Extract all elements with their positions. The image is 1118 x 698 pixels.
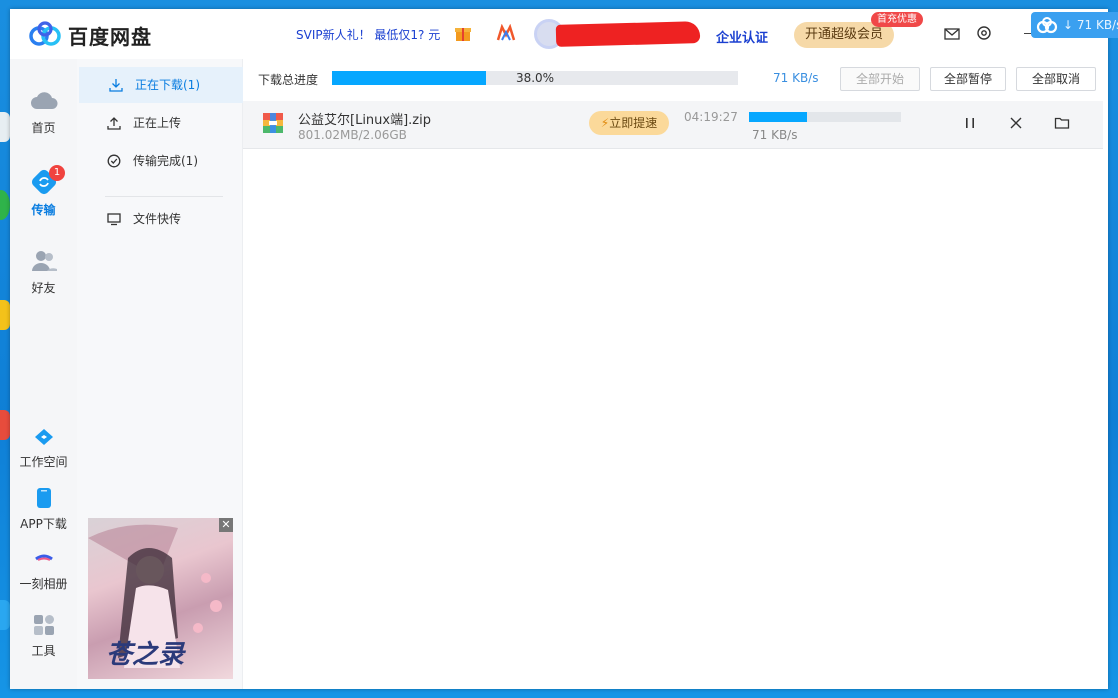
speed-up-button[interactable]: ⚡立即提速 <box>589 111 669 135</box>
nav-label-transfer: 传输 <box>31 203 56 217</box>
phone-icon <box>36 488 51 508</box>
subnav-downloading[interactable]: 正在下载(1) <box>79 67 243 103</box>
lightning-icon: ⚡ <box>600 116 610 130</box>
album-icon <box>34 554 53 561</box>
game-ad-banner[interactable]: 苍之录 ✕ <box>88 518 233 679</box>
total-progress-label: 下载总进度 <box>258 73 319 87</box>
download-icon <box>109 79 123 92</box>
tools-icon <box>33 615 54 635</box>
nav-item-tools[interactable]: 工具 <box>10 614 77 659</box>
ad-title: 苍之录 <box>106 640 185 670</box>
subnav-quick-transfer[interactable]: 文件快传 <box>77 201 243 237</box>
username-redacted <box>555 21 701 47</box>
gift-icon[interactable] <box>454 24 472 42</box>
time-remaining: 04:19:27 <box>684 110 738 124</box>
nav-label-workspace: 工作空间 <box>19 455 68 469</box>
cloud-icon <box>30 92 57 109</box>
download-list-panel: 下载总进度 38.0% 71 KB/s 全部开始 全部暂停 全部取消 公益艾尔[… <box>243 59 1108 689</box>
svip-promo-link[interactable]: SVIP新人礼！ 最低仅1? 元 <box>296 26 440 43</box>
subnav-completed[interactable]: 传输完成(1) <box>77 143 243 179</box>
pause-icon[interactable] <box>962 115 978 131</box>
first-charge-badge: 首充优惠 <box>871 12 923 27</box>
baidu-netdisk-float-icon <box>1036 17 1058 34</box>
total-progress-bar: 38.0% <box>332 71 738 85</box>
nav-label-app-download: APP下载 <box>20 517 67 531</box>
workspace-icon <box>34 429 53 445</box>
check-circle-icon <box>107 154 121 168</box>
desktop-icon <box>0 410 10 440</box>
gear-icon[interactable] <box>976 25 992 41</box>
file-size: 801.02MB/2.06GB <box>298 128 407 142</box>
membership-icon[interactable] <box>496 24 516 42</box>
baidu-netdisk-window: 百度网盘 SVIP新人礼！ 最低仅1? 元 企业认证 开通超级会员 首充优惠 首… <box>10 9 1108 689</box>
subnav-completed-label: 传输完成(1) <box>133 154 198 168</box>
cancel-all-button[interactable]: 全部取消 <box>1016 67 1096 91</box>
nav-label-friends: 好友 <box>31 281 56 295</box>
subnav-downloading-label: 正在下载(1) <box>135 78 200 92</box>
main-nav: 首页 1 传输 好友 工作空间 APP下载 一刻相册 工具 <box>10 59 77 689</box>
app-title: 百度网盘 <box>68 25 152 49</box>
floating-speed-text: ↓ 71 KB/s <box>1063 18 1118 32</box>
nav-item-home[interactable]: 首页 <box>10 89 77 136</box>
baidu-netdisk-logo-icon <box>29 21 61 46</box>
subnav-divider <box>105 196 223 197</box>
desktop-icon <box>0 300 10 330</box>
nav-item-app-download[interactable]: APP下载 <box>10 487 77 532</box>
pause-all-button[interactable]: 全部暂停 <box>930 67 1006 91</box>
subnav-uploading[interactable]: 正在上传 <box>77 105 243 141</box>
enterprise-verify-link[interactable]: 企业认证 <box>716 27 768 46</box>
nav-item-workspace[interactable]: 工作空间 <box>10 427 77 470</box>
desktop-icon <box>0 190 10 220</box>
subnav-quick-transfer-label: 文件快传 <box>133 212 182 226</box>
file-progress-fill <box>749 112 807 122</box>
nav-label-tools: 工具 <box>31 644 56 658</box>
start-all-button[interactable]: 全部开始 <box>840 67 920 91</box>
desktop-icon <box>0 112 10 142</box>
monitor-icon <box>107 213 121 226</box>
total-speed: 71 KB/s <box>773 71 819 85</box>
close-icon[interactable]: ✕ <box>219 518 233 532</box>
nav-item-transfer[interactable]: 1 传输 <box>10 165 77 218</box>
friends-icon <box>31 251 57 271</box>
zip-file-icon <box>263 113 283 133</box>
cancel-icon[interactable] <box>1008 115 1024 131</box>
file-speed: 71 KB/s <box>752 128 798 142</box>
nav-label-home: 首页 <box>31 121 56 135</box>
transfer-count-badge: 1 <box>49 165 65 181</box>
nav-item-album[interactable]: 一刻相册 <box>10 549 77 592</box>
transfer-subnav: 正在下载(1) 正在上传 传输完成(1) 文件快传 苍之录 ✕ <box>77 59 243 689</box>
download-row[interactable]: 公益艾尔[Linux端].zip 801.02MB/2.06GB ⚡立即提速 0… <box>243 101 1103 149</box>
subnav-uploading-label: 正在上传 <box>133 116 182 130</box>
desktop-icon <box>0 600 10 630</box>
upload-icon <box>107 117 121 130</box>
speed-up-label: 立即提速 <box>609 116 658 130</box>
file-progress-bar <box>749 112 901 122</box>
nav-item-friends[interactable]: 好友 <box>10 249 77 296</box>
floating-speed-value: 71 KB/s <box>1076 18 1118 32</box>
folder-icon[interactable] <box>1054 115 1070 131</box>
file-name: 公益艾尔[Linux端].zip <box>298 113 431 128</box>
title-bar: 百度网盘 SVIP新人礼！ 最低仅1? 元 企业认证 开通超级会员 首充优惠 <box>10 9 1108 59</box>
mail-icon[interactable] <box>944 27 960 41</box>
total-progress-text: 38.0% <box>515 71 555 85</box>
floating-speed-widget[interactable]: ↓ 71 KB/s <box>1031 12 1118 38</box>
nav-label-album: 一刻相册 <box>19 577 68 591</box>
